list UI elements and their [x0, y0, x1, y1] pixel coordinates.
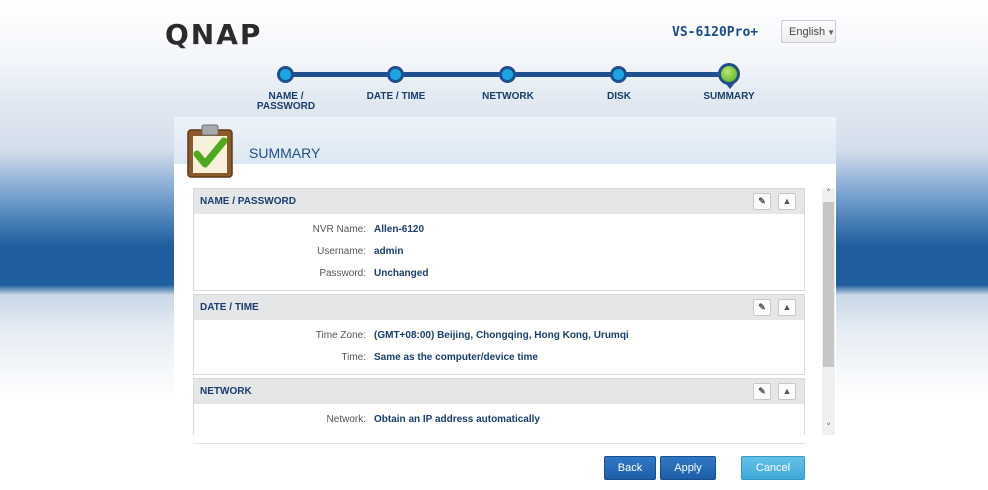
summary-row: Username: admin	[194, 242, 804, 264]
edit-pencil-icon[interactable]: ✎	[753, 299, 771, 316]
section-body: Network: Obtain an IP address automatica…	[194, 404, 804, 435]
section-title: DATE / TIME	[200, 302, 259, 313]
row-label: Username:	[317, 246, 366, 257]
back-button[interactable]: Back	[604, 456, 656, 480]
row-value: Obtain an IP address automatically	[374, 414, 540, 425]
step-dot-name-password[interactable]	[277, 66, 294, 83]
row-value: Allen-6120	[374, 224, 425, 235]
section-body: NVR Name: Allen-6120 Username: admin Pas…	[194, 214, 804, 290]
section-name-password: NAME / PASSWORD ✎ ▲ NVR Name: Allen-6120…	[193, 188, 805, 291]
section-header: NAME / PASSWORD ✎ ▲	[194, 189, 804, 214]
row-value: admin	[374, 246, 404, 257]
step-label-name-password[interactable]: NAME / PASSWORD	[241, 92, 331, 112]
vertical-scrollbar[interactable]: ˄ ˅	[822, 188, 835, 435]
row-label: Time Zone:	[315, 330, 366, 341]
edit-pencil-icon[interactable]: ✎	[753, 383, 771, 400]
step-label-disk[interactable]: DISK	[574, 92, 664, 102]
step-label-summary: SUMMARY	[703, 91, 755, 102]
panel-title: SUMMARY	[249, 145, 321, 161]
section-header: NETWORK ✎ ▲	[194, 379, 804, 404]
summary-scroll-area[interactable]: NAME / PASSWORD ✎ ▲ NVR Name: Allen-6120…	[193, 188, 805, 435]
section-network: NETWORK ✎ ▲ Network: Obtain an IP addres…	[193, 378, 805, 435]
row-label: Network:	[326, 414, 366, 425]
step-label-network[interactable]: NETWORK	[463, 92, 553, 102]
summary-row: Time Zone: (GMT+08:00) Beijing, Chongqin…	[194, 326, 804, 348]
step-dot-date-time[interactable]	[387, 66, 404, 83]
scroll-up-icon[interactable]: ˄	[822, 188, 835, 201]
step-label-date-time[interactable]: DATE / TIME	[351, 92, 441, 102]
step-dot-network[interactable]	[499, 66, 516, 83]
section-title: NETWORK	[200, 386, 252, 397]
section-title: NAME / PASSWORD	[200, 196, 296, 207]
edit-pencil-icon[interactable]: ✎	[753, 193, 771, 210]
chevron-down-icon: ▼	[827, 28, 835, 37]
row-value: Same as the computer/device time	[374, 352, 538, 363]
step-dot-disk[interactable]	[610, 66, 627, 83]
row-value: (GMT+08:00) Beijing, Chongqing, Hong Kon…	[374, 330, 629, 341]
section-body: Time Zone: (GMT+08:00) Beijing, Chongqin…	[194, 320, 804, 374]
row-value: Unchanged	[374, 268, 429, 279]
footer-divider	[193, 443, 805, 444]
row-label: Password:	[319, 268, 366, 279]
clipboard-check-icon	[187, 124, 233, 178]
language-select[interactable]: English ▼	[781, 20, 836, 43]
qnap-logo: QNAP	[165, 18, 263, 51]
device-model: VS-6120Pro+	[672, 25, 759, 40]
section-header: DATE / TIME ✎ ▲	[194, 295, 804, 320]
section-date-time: DATE / TIME ✎ ▲ Time Zone: (GMT+08:00) B…	[193, 294, 805, 375]
language-selected: English	[789, 26, 826, 38]
row-label: NVR Name:	[312, 224, 366, 235]
collapse-chevron-up-icon[interactable]: ▲	[778, 383, 796, 400]
apply-button[interactable]: Apply	[660, 456, 716, 480]
scroll-down-icon[interactable]: ˅	[822, 422, 835, 435]
collapse-chevron-up-icon[interactable]: ▲	[778, 193, 796, 210]
cancel-button[interactable]: Cancel	[741, 456, 805, 480]
collapse-chevron-up-icon[interactable]: ▲	[778, 299, 796, 316]
summary-row: Network: Obtain an IP address automatica…	[194, 410, 804, 432]
summary-row: NVR Name: Allen-6120	[194, 220, 804, 242]
summary-row: Password: Unchanged	[194, 264, 804, 286]
summary-row: Time: Same as the computer/device time	[194, 348, 804, 370]
step-dot-summary[interactable]	[718, 63, 740, 89]
row-label: Time:	[341, 352, 366, 363]
scrollbar-thumb[interactable]	[823, 202, 834, 367]
